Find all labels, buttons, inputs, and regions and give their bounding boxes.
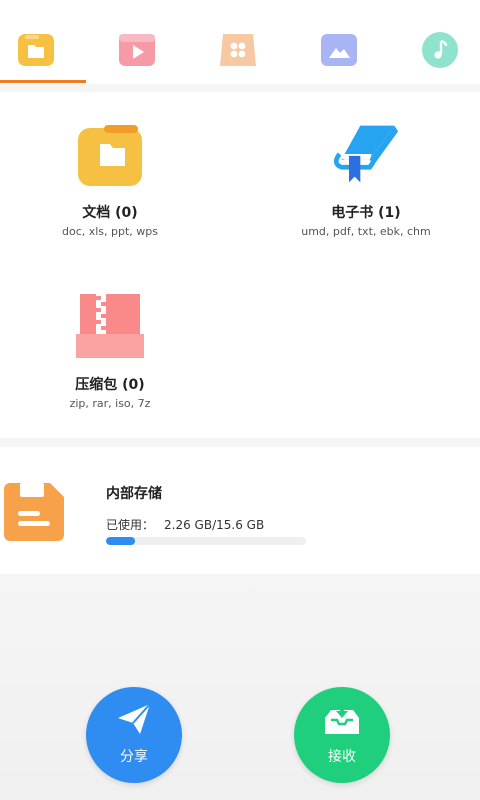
category-title: 文档 (0) [82, 205, 138, 221]
send-icon [118, 703, 151, 734]
folder-tab-icon [18, 34, 54, 66]
category-grid: 文档 (0) doc, xls, ppt, wps 电子书 (1) umd, p… [0, 92, 480, 438]
image-tab-icon [321, 34, 357, 66]
tab-documents[interactable] [16, 30, 56, 70]
music-tab-icon [422, 32, 458, 68]
ebook-icon [333, 125, 399, 183]
storage-progress-fill [106, 537, 135, 545]
category-extensions: doc, xls, ppt, wps [61, 225, 159, 238]
storage-used-label: 已使用： [106, 518, 155, 532]
tab-music[interactable] [420, 30, 460, 70]
storage-icon [4, 483, 64, 541]
tab-apps[interactable] [218, 30, 258, 70]
category-title: 压缩包 (0) [75, 377, 145, 393]
storage-progress-bar [106, 537, 306, 545]
archive-icon [76, 294, 144, 358]
share-button[interactable]: 分享 [86, 687, 182, 783]
video-tab-icon [119, 34, 155, 66]
selected-tab-indicator [0, 80, 86, 83]
storage-used-value: 2.26 GB/15.6 GB [164, 518, 265, 532]
internal-storage-card[interactable]: 内部存储 已使用： 2.26 GB/15.6 GB [0, 447, 480, 574]
storage-usage: 已使用： 2.26 GB/15.6 GB [106, 516, 274, 533]
inbox-download-icon [325, 702, 359, 734]
apps-tab-icon [220, 34, 256, 66]
folder-icon [78, 125, 142, 186]
storage-title: 内部存储 [106, 486, 162, 502]
bottom-area [0, 574, 480, 800]
category-ebooks[interactable]: 电子书 (1) umd, pdf, txt, ebk, chm [256, 120, 476, 238]
share-label: 分享 [120, 749, 148, 765]
category-documents[interactable]: 文档 (0) doc, xls, ppt, wps [0, 120, 220, 238]
category-tab-bar [0, 0, 480, 84]
category-title: 电子书 (1) [331, 205, 401, 221]
receive-button[interactable]: 接收 [294, 687, 390, 783]
tab-videos[interactable] [117, 30, 157, 70]
tab-images[interactable] [319, 30, 359, 70]
category-extensions: umd, pdf, txt, ebk, chm [301, 225, 431, 238]
receive-label: 接收 [328, 749, 356, 765]
category-extensions: zip, rar, iso, 7z [69, 397, 151, 410]
category-archives[interactable]: 压缩包 (0) zip, rar, iso, 7z [0, 292, 220, 410]
